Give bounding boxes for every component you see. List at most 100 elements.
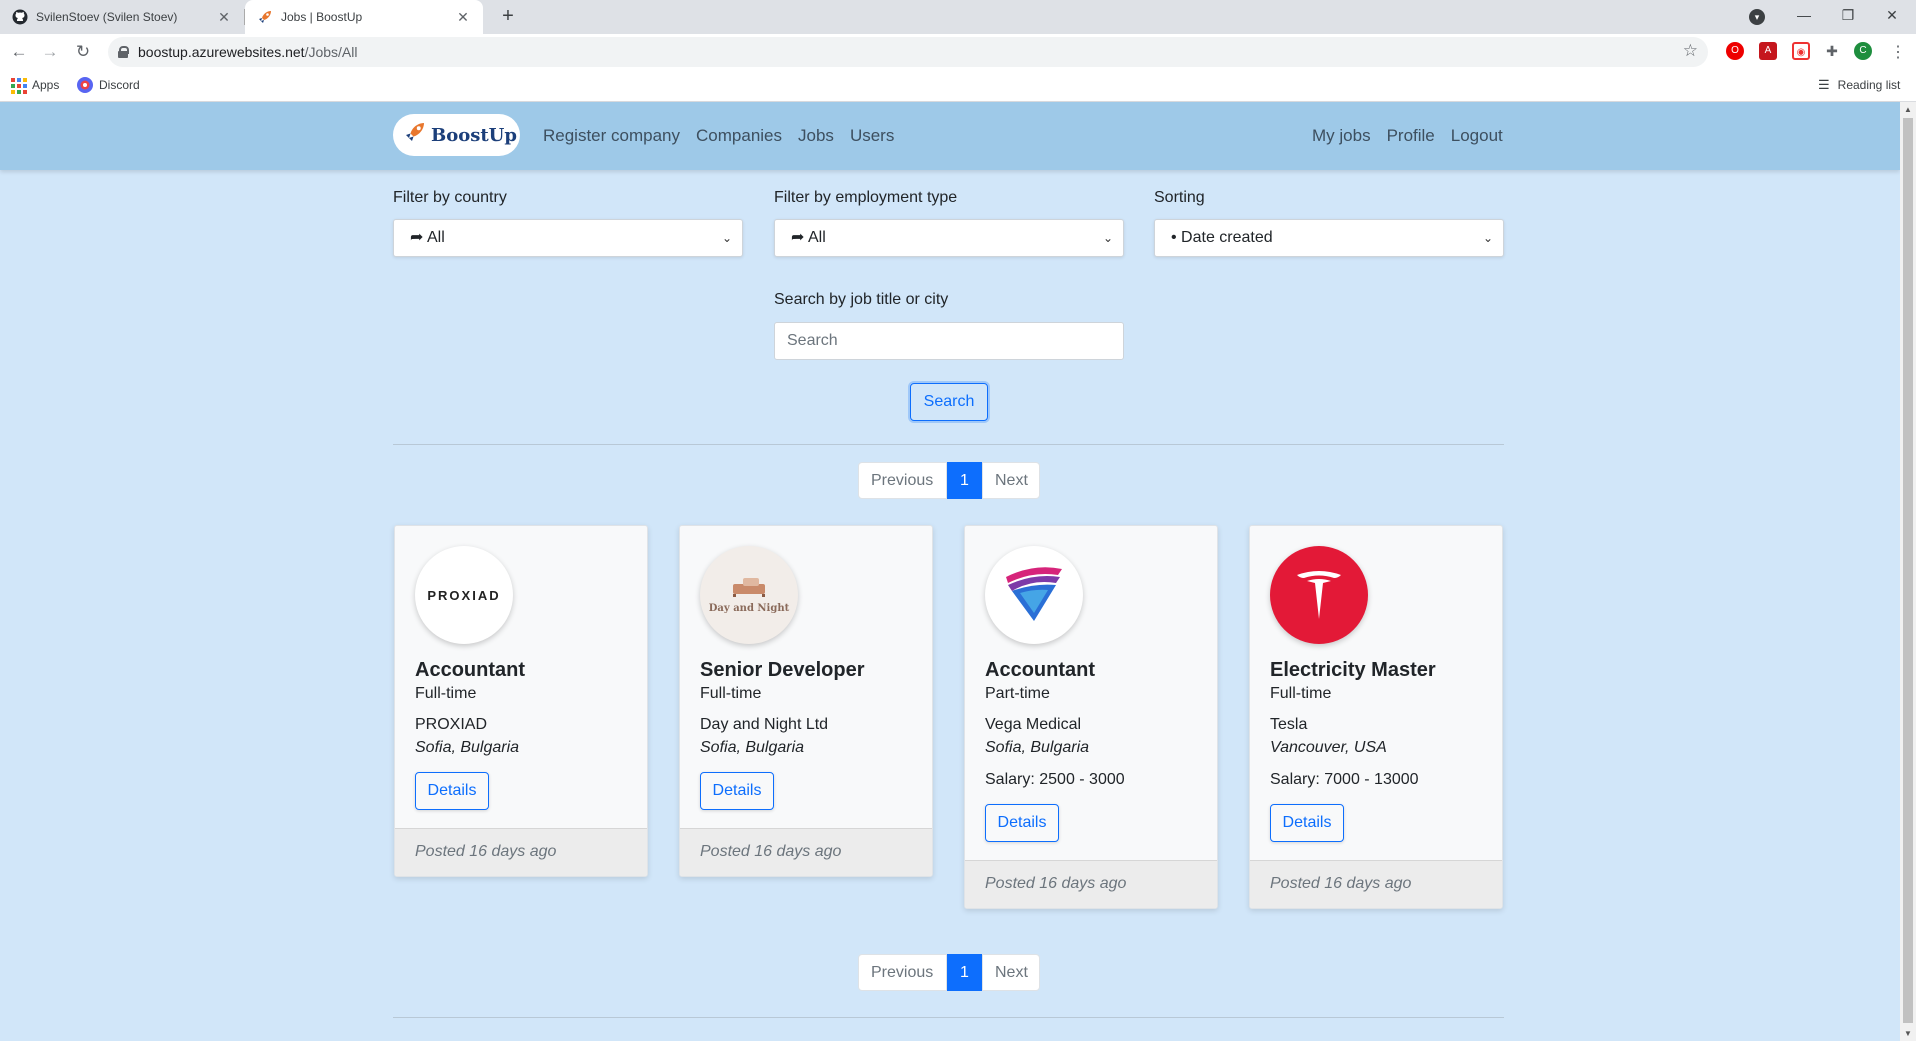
pagination-page[interactable]: 1 xyxy=(947,462,982,499)
minimize-button[interactable]: — xyxy=(1784,0,1824,34)
bookmark-star-icon[interactable]: ☆ xyxy=(1683,41,1698,61)
address-bar[interactable]: boostup.azurewebsites.net/Jobs/All ☆ xyxy=(108,37,1708,67)
company-logo xyxy=(1270,546,1368,644)
screenshot-extension-icon[interactable]: ◉ xyxy=(1792,42,1810,60)
opera-extension-icon[interactable]: O xyxy=(1726,42,1744,60)
extensions-puzzle-icon[interactable]: ✚ xyxy=(1823,42,1841,60)
new-tab-button[interactable]: + xyxy=(496,5,520,29)
details-button[interactable]: Details xyxy=(985,804,1059,842)
bed-icon xyxy=(733,578,765,597)
bookmark-label: Discord xyxy=(99,78,140,92)
lock-icon xyxy=(118,46,129,58)
close-icon[interactable]: ✕ xyxy=(216,9,232,26)
reading-list-button[interactable]: ☰ Reading list xyxy=(1818,77,1900,93)
country-filter-label: Filter by country xyxy=(393,189,507,206)
pagination-next[interactable]: Next xyxy=(982,462,1040,499)
browser-tab-github[interactable]: SvilenStoev (Svilen Stoev) ✕ xyxy=(0,0,244,34)
scroll-up-arrow[interactable]: ▲ xyxy=(1904,105,1912,114)
details-button[interactable]: Details xyxy=(1270,804,1344,842)
job-title: Senior Developer xyxy=(700,659,865,681)
forward-button[interactable]: → xyxy=(37,39,63,65)
chevron-down-icon: ⌄ xyxy=(721,231,732,245)
employment-type: Full-time xyxy=(1270,685,1332,702)
search-button[interactable]: Search xyxy=(910,383,988,421)
rocket-icon xyxy=(403,120,427,150)
pdf-extension-icon[interactable]: A xyxy=(1759,42,1777,60)
nav-logout[interactable]: Logout xyxy=(1451,126,1503,146)
vega-medical-logo-icon xyxy=(1006,567,1062,621)
nav-companies[interactable]: Companies xyxy=(696,126,782,146)
url-host: boostup.azurewebsites.net xyxy=(138,44,305,60)
job-card: Day and Night Senior Developer Full-time… xyxy=(679,525,933,877)
sorting-select[interactable]: • Date created ⌄ xyxy=(1154,219,1504,257)
browser-menu-icon[interactable]: ⋮ xyxy=(1890,42,1906,62)
posted-date: Posted 16 days ago xyxy=(965,860,1217,908)
country-filter-select[interactable]: ➦ All ⌄ xyxy=(393,219,743,257)
divider xyxy=(393,444,1504,445)
back-button[interactable]: ← xyxy=(6,39,32,65)
github-icon xyxy=(12,9,28,25)
posted-date: Posted 16 days ago xyxy=(395,828,647,876)
company-name: Day and Night Ltd xyxy=(700,716,829,733)
pagination-previous[interactable]: Previous xyxy=(858,954,947,991)
user-nav-links: My jobs Profile Logout xyxy=(1312,126,1519,146)
brand-name: BoostUp xyxy=(431,124,517,146)
tab-title: SvilenStoev (Svilen Stoev) xyxy=(36,10,178,24)
details-button[interactable]: Details xyxy=(700,772,774,810)
discord-icon xyxy=(77,77,93,93)
reading-list-icon: ☰ xyxy=(1818,77,1830,92)
divider xyxy=(393,1017,1504,1018)
posted-date: Posted 16 days ago xyxy=(680,828,932,876)
browser-toolbar: ← → ↻ boostup.azurewebsites.net/Jobs/All… xyxy=(0,34,1916,70)
job-card: PROXIAD Accountant Full-time PROXIAD Sof… xyxy=(394,525,648,877)
employment-type: Part-time xyxy=(985,685,1050,702)
bookmark-apps[interactable]: Apps xyxy=(10,77,59,94)
nav-my-jobs[interactable]: My jobs xyxy=(1312,126,1371,146)
brand-logo[interactable]: BoostUp xyxy=(393,114,520,156)
nav-register-company[interactable]: Register company xyxy=(543,126,680,146)
scroll-down-arrow[interactable]: ▼ xyxy=(1904,1029,1912,1038)
sorting-label: Sorting xyxy=(1154,189,1205,206)
search-label: Search by job title or city xyxy=(774,291,949,308)
job-title: Electricity Master xyxy=(1270,659,1436,681)
browser-tab-boostup[interactable]: Jobs | BoostUp ✕ xyxy=(245,0,483,34)
details-button[interactable]: Details xyxy=(415,772,489,810)
profile-avatar[interactable]: C xyxy=(1854,42,1872,60)
pagination-page[interactable]: 1 xyxy=(947,954,982,991)
company-name: PROXIAD xyxy=(415,716,488,733)
job-location: Vancouver, USA xyxy=(1270,739,1387,756)
chevron-down-icon: ⌄ xyxy=(1102,231,1113,245)
day-and-night-logo-text: Day and Night xyxy=(708,603,790,614)
nav-jobs[interactable]: Jobs xyxy=(798,126,834,146)
window-close-button[interactable]: ✕ xyxy=(1872,0,1912,34)
salary: Salary: 7000 - 13000 xyxy=(1270,771,1419,788)
page-scrollbar[interactable]: ▲ ▼ xyxy=(1900,102,1916,1041)
posted-date: Posted 16 days ago xyxy=(1250,860,1502,908)
apps-grid-icon xyxy=(10,77,27,94)
salary: Salary: 2500 - 3000 xyxy=(985,771,1125,788)
pagination-previous[interactable]: Previous xyxy=(858,462,947,499)
nav-users[interactable]: Users xyxy=(850,126,894,146)
close-icon[interactable]: ✕ xyxy=(455,9,471,26)
reading-list-label: Reading list xyxy=(1837,78,1901,92)
url-path: /Jobs/All xyxy=(304,44,358,60)
employment-filter-value: ➦ All xyxy=(791,229,826,246)
tab-title: Jobs | BoostUp xyxy=(281,10,363,24)
reload-button[interactable]: ↻ xyxy=(70,39,96,65)
scrollbar-thumb[interactable] xyxy=(1903,118,1913,1023)
employment-type: Full-time xyxy=(700,685,762,702)
job-title: Accountant xyxy=(985,659,1095,681)
site-navbar: BoostUp Register company Companies Jobs … xyxy=(0,102,1900,170)
bookmark-discord[interactable]: Discord xyxy=(77,77,140,93)
job-card: Electricity Master Full-time Tesla Vanco… xyxy=(1249,525,1503,909)
search-input[interactable] xyxy=(774,322,1124,360)
sorting-value: • Date created xyxy=(1171,229,1273,246)
company-logo: PROXIAD xyxy=(415,546,513,644)
nav-profile[interactable]: Profile xyxy=(1387,126,1435,146)
job-card: Accountant Part-time Vega Medical Sofia,… xyxy=(964,525,1218,909)
restore-button[interactable]: ❐ xyxy=(1828,0,1868,34)
pagination-next[interactable]: Next xyxy=(982,954,1040,991)
country-filter-value: ➦ All xyxy=(410,229,445,246)
employment-filter-select[interactable]: ➦ All ⌄ xyxy=(774,219,1124,257)
tab-search-icon[interactable]: ▾ xyxy=(1749,9,1765,25)
